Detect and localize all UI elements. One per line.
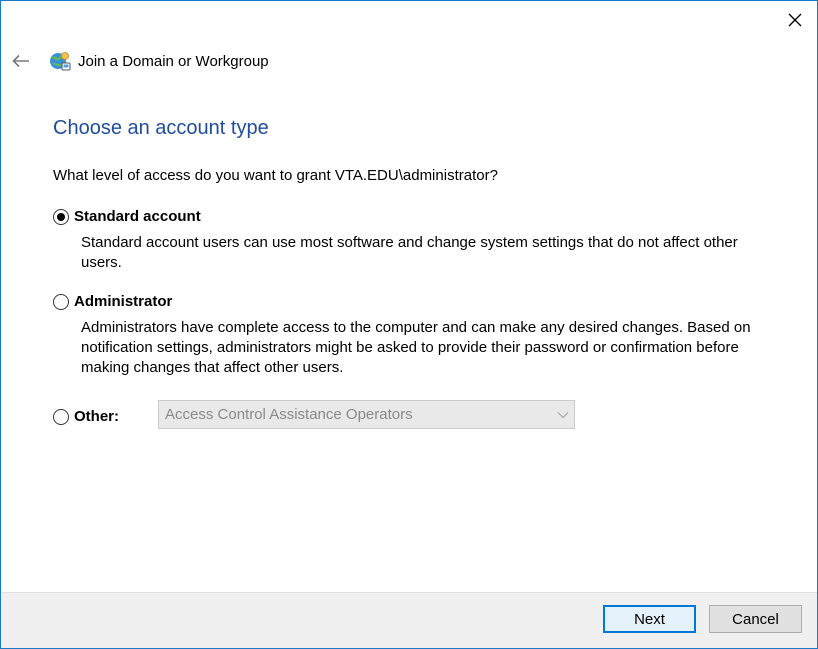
standard-account-label[interactable]: Standard account [74,208,201,225]
network-globe-icon [50,52,71,71]
other-option[interactable]: Other: [53,408,119,425]
dropdown-selected-value: Access Control Assistance Operators [165,406,413,423]
wizard-window: Join a Domain or Workgroup Choose an acc… [0,0,818,649]
other-radio[interactable] [53,408,69,425]
administrator-option[interactable]: Administrator [53,293,172,310]
page-heading: Choose an account type [53,117,269,139]
close-button[interactable] [777,5,813,35]
administrator-description: Administrators have complete access to t… [81,319,751,376]
standard-account-description: Standard account users can use most soft… [81,234,738,271]
administrator-label[interactable]: Administrator [74,293,172,310]
other-label[interactable]: Other: [74,408,119,425]
chevron-down-icon [552,401,574,428]
close-icon [788,13,802,27]
standard-account-option[interactable]: Standard account [53,208,201,225]
administrator-radio[interactable] [53,293,69,310]
cancel-button[interactable]: Cancel [709,605,802,633]
window-title: Join a Domain or Workgroup [78,53,269,70]
access-question: What level of access do you want to gran… [53,167,498,184]
standard-account-radio[interactable] [53,208,69,225]
arrow-left-icon [12,54,29,68]
radio-selected-dot [57,212,65,221]
other-group-dropdown[interactable]: Access Control Assistance Operators [158,400,575,429]
next-button[interactable]: Next [603,605,696,633]
back-button[interactable] [9,49,33,73]
wizard-footer: Next Cancel [1,592,817,648]
